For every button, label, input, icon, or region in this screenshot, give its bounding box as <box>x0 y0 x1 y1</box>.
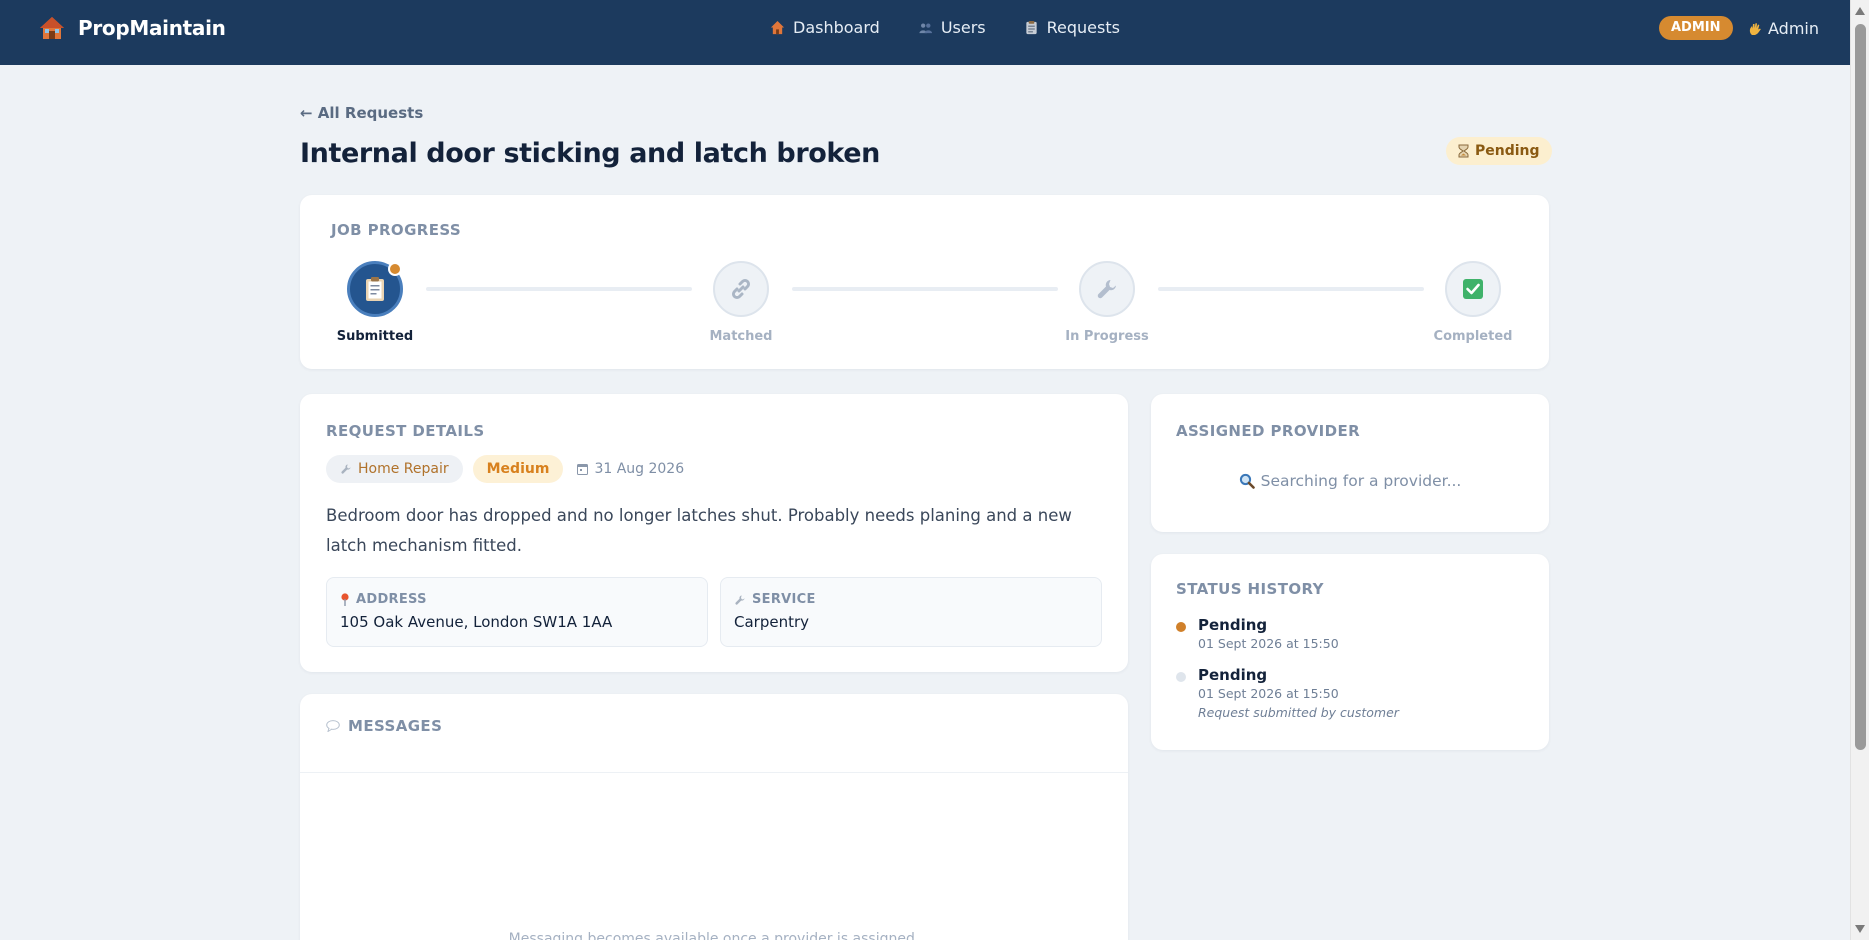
messages-title: MESSAGES <box>348 717 443 735</box>
step-in-progress-label: In Progress <box>1065 329 1149 344</box>
step-matched: Matched <box>686 261 796 344</box>
address-label-row: ADDRESS <box>340 592 694 607</box>
step-completed-circle <box>1445 261 1501 317</box>
service-box: SERVICE Carpentry <box>720 577 1102 647</box>
nav-requests-label: Requests <box>1046 18 1120 37</box>
status-history-title: STATUS HISTORY <box>1176 580 1324 598</box>
checkmark-icon <box>1463 279 1483 299</box>
brand-logo[interactable]: PropMaintain <box>38 14 226 42</box>
history-dot <box>1176 622 1186 632</box>
priority-label: Medium <box>486 461 550 477</box>
request-date-label: 31 Aug 2026 <box>594 461 685 477</box>
request-description: Bedroom door has dropped and no longer l… <box>326 506 1072 555</box>
history-entry: Pending 01 Sept 2026 at 15:50 Request su… <box>1176 666 1399 720</box>
progress-connector <box>792 287 1058 291</box>
request-date: 31 Aug 2026 <box>573 461 684 477</box>
scroll-down-arrow-icon[interactable] <box>1855 925 1865 933</box>
location-pin-icon <box>341 593 349 606</box>
messages-card: MESSAGES Messaging becomes available onc… <box>300 694 1128 940</box>
scroll-thumb[interactable] <box>1855 24 1866 750</box>
provider-search-status: Searching for a provider... <box>1151 472 1549 490</box>
brand-name: PropMaintain <box>78 16 226 40</box>
page-title: Internal door sticking and latch broken <box>300 138 880 169</box>
job-progress-title: JOB PROGRESS <box>331 221 462 239</box>
assigned-provider-title: ASSIGNED PROVIDER <box>1176 422 1361 440</box>
clipboard-icon <box>1025 20 1037 35</box>
address-value: 105 Oak Avenue, London SW1A 1AA <box>340 613 613 631</box>
wrench-icon <box>735 595 745 605</box>
history-status: Pending <box>1198 666 1268 684</box>
service-label: SERVICE <box>752 592 816 607</box>
assigned-provider-card: ASSIGNED PROVIDER Searching for a provid… <box>1151 394 1549 532</box>
request-details-title: REQUEST DETAILS <box>326 422 485 440</box>
status-history-card: STATUS HISTORY Pending 01 Sept 2026 at 1… <box>1151 554 1549 750</box>
step-in-progress-circle <box>1079 261 1135 317</box>
service-value: Carpentry <box>734 613 810 631</box>
user-menu[interactable]: Admin <box>1748 19 1819 38</box>
top-navbar: PropMaintain Dashboard Users Requests AD… <box>0 0 1850 65</box>
job-progress-card: JOB PROGRESS Submitted Matched In Progre… <box>300 195 1549 369</box>
progress-connector <box>426 287 692 291</box>
request-tags: Home Repair Medium 31 Aug 2026 <box>326 455 684 483</box>
messages-empty-state: Messaging becomes available once a provi… <box>508 931 920 940</box>
service-label-row: SERVICE <box>734 592 1088 607</box>
clipboard-icon <box>366 277 384 301</box>
messages-title-row: MESSAGES <box>326 717 442 735</box>
history-dot <box>1176 672 1186 682</box>
step-completed-label: Completed <box>1433 329 1513 344</box>
link-icon <box>731 278 751 300</box>
address-box: ADDRESS 105 Oak Avenue, London SW1A 1AA <box>326 577 708 647</box>
user-name: Admin <box>1768 19 1819 38</box>
step-matched-circle <box>713 261 769 317</box>
step-completed: Completed <box>1418 261 1528 344</box>
history-entry: Pending 01 Sept 2026 at 15:50 <box>1176 616 1339 651</box>
house-icon <box>770 20 785 35</box>
history-time: 01 Sept 2026 at 15:50 <box>1198 686 1339 701</box>
role-badge: ADMIN <box>1659 16 1733 40</box>
step-submitted-label: Submitted <box>336 329 414 344</box>
scroll-up-arrow-icon[interactable] <box>1855 7 1865 15</box>
wrench-icon <box>1097 280 1116 299</box>
history-note: Request submitted by customer <box>1198 705 1399 720</box>
main-nav: Dashboard Users Requests <box>770 18 1120 37</box>
nav-users-label: Users <box>940 18 986 37</box>
priority-tag: Medium <box>472 455 564 483</box>
address-label: ADDRESS <box>356 592 427 607</box>
provider-search-label: Searching for a provider... <box>1260 472 1462 490</box>
status-badge: Pending <box>1446 137 1552 165</box>
category-label: Home Repair <box>358 461 449 477</box>
hourglass-icon <box>1458 144 1469 158</box>
nav-requests[interactable]: Requests <box>1024 18 1120 37</box>
back-to-requests-link[interactable]: ← All Requests <box>300 104 423 122</box>
wrench-icon <box>341 464 351 474</box>
history-status: Pending <box>1198 616 1268 634</box>
waving-hand-icon <box>1749 22 1761 35</box>
users-icon <box>919 23 932 34</box>
status-label: Pending <box>1475 143 1540 159</box>
step-submitted-circle <box>347 261 403 317</box>
category-tag: Home Repair <box>326 455 463 483</box>
house-icon <box>40 17 64 39</box>
speech-bubble-icon <box>326 720 340 732</box>
nav-dashboard-label: Dashboard <box>793 18 880 37</box>
step-matched-label: Matched <box>709 329 773 344</box>
nav-dashboard[interactable]: Dashboard <box>770 18 880 37</box>
magnifier-icon <box>1239 473 1255 489</box>
request-details-card: REQUEST DETAILS Home Repair Medium 31 Au… <box>300 394 1128 672</box>
nav-users[interactable]: Users <box>918 18 986 37</box>
step-in-progress: In Progress <box>1052 261 1162 344</box>
calendar-icon <box>577 464 589 475</box>
history-time: 01 Sept 2026 at 15:50 <box>1198 636 1339 651</box>
messages-divider <box>300 772 1128 773</box>
current-step-indicator <box>388 262 402 276</box>
step-submitted: Submitted <box>320 261 430 344</box>
progress-connector <box>1158 287 1424 291</box>
page-scrollbar[interactable] <box>1850 0 1869 940</box>
